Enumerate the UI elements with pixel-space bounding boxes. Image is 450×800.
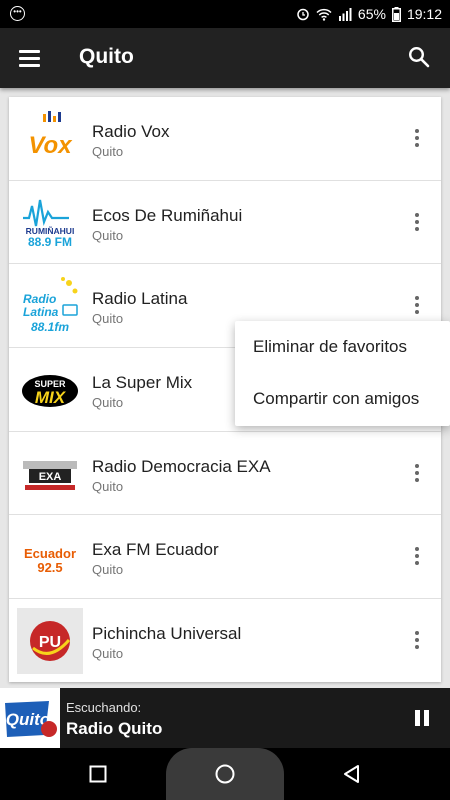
station-row[interactable]: Ecuador 92.5 Exa FM Ecuador Quito (9, 515, 441, 600)
svg-text:Vox: Vox (28, 132, 73, 159)
station-name: Pichincha Universal (92, 624, 242, 644)
svg-text:Latina: Latina (23, 305, 59, 319)
station-row[interactable]: EXA Radio Democracia EXA Quito (9, 432, 441, 516)
share-menu-item[interactable]: Compartir con amigos (235, 373, 450, 425)
station-name: Radio Vox (92, 122, 170, 141)
more-options-icon[interactable] (411, 212, 423, 233)
station-row[interactable]: Vox Radio Vox Quito (9, 97, 441, 181)
station-row[interactable]: RUMIÑAHUI 88.9 FM Ecos De Rumiñahui Quit… (9, 181, 441, 265)
now-playing-bar[interactable]: Quito Escuchando: Radio Quito (0, 688, 450, 748)
station-name: Ecos De Rumiñahui (92, 205, 243, 225)
pause-icon[interactable] (414, 710, 430, 726)
station-context-menu: Eliminar de favoritos Compartir con amig… (235, 321, 450, 426)
station-city: Quito (92, 311, 124, 327)
svg-text:PU: PU (39, 634, 61, 651)
station-city: Quito (92, 646, 124, 662)
wifi-icon (316, 8, 332, 21)
signal-icon (338, 7, 352, 21)
station-logo-exa-fm-ecuador: Ecuador 92.5 (17, 524, 83, 590)
station-logo-la-super-mix: SUPER MIX (17, 357, 83, 423)
home-icon[interactable] (214, 763, 236, 785)
svg-text:92.5: 92.5 (37, 560, 62, 575)
recent-apps-icon[interactable] (88, 764, 108, 784)
svg-text:MIX: MIX (35, 388, 67, 407)
station-city: Quito (92, 478, 124, 494)
station-city: Quito (92, 562, 124, 578)
system-nav-bar (0, 748, 450, 800)
now-playing-label: Escuchando: (66, 700, 142, 715)
station-logo-radio-latina: Radio Latina 88.1fm (17, 273, 83, 339)
station-name: Radio Latina (92, 289, 188, 309)
station-name: Radio Democracia EXA (92, 456, 271, 476)
station-row[interactable]: PU Pichincha Universal Quito (9, 599, 441, 682)
page-title: Quito (79, 45, 134, 68)
app-bar: Quito (0, 28, 450, 88)
now-playing-station: Radio Quito (66, 719, 163, 738)
battery-icon (391, 6, 401, 22)
station-city: Quito (92, 227, 124, 243)
svg-text:88.1fm: 88.1fm (31, 320, 69, 334)
alarm-icon (297, 8, 309, 21)
station-name: Exa FM Ecuador (92, 540, 219, 560)
more-options-icon[interactable] (411, 129, 423, 149)
now-playing-logo: Quito (0, 688, 60, 748)
clock: 19:12 (406, 6, 442, 22)
back-icon[interactable] (342, 764, 362, 784)
svg-text:88.9 FM: 88.9 FM (28, 235, 72, 249)
notification-icon: ••• (10, 6, 25, 21)
hamburger-menu-icon[interactable] (18, 46, 42, 70)
more-options-icon[interactable] (411, 463, 423, 484)
station-city: Quito (92, 395, 124, 411)
svg-text:EXA: EXA (39, 471, 62, 483)
more-options-icon[interactable] (411, 631, 423, 651)
more-options-icon[interactable] (411, 547, 423, 567)
station-logo-radio-vox: Vox (17, 106, 83, 172)
more-options-icon[interactable] (411, 296, 423, 316)
status-bar: ••• 65% 19:12 (0, 0, 450, 28)
battery-percent: 65% (357, 6, 386, 22)
svg-text:Radio: Radio (23, 292, 56, 306)
remove-favorite-menu-item[interactable]: Eliminar de favoritos (235, 321, 450, 373)
search-icon[interactable] (408, 46, 430, 68)
station-logo-radio-democracia-exa: EXA (17, 441, 83, 507)
station-logo-ecos-de-ruminahui: RUMIÑAHUI 88.9 FM (17, 190, 83, 256)
station-logo-pichincha-universal: PU (17, 608, 83, 675)
svg-text:Ecuador: Ecuador (24, 546, 76, 561)
station-city: Quito (92, 144, 124, 159)
station-name: La Super Mix (92, 373, 193, 393)
